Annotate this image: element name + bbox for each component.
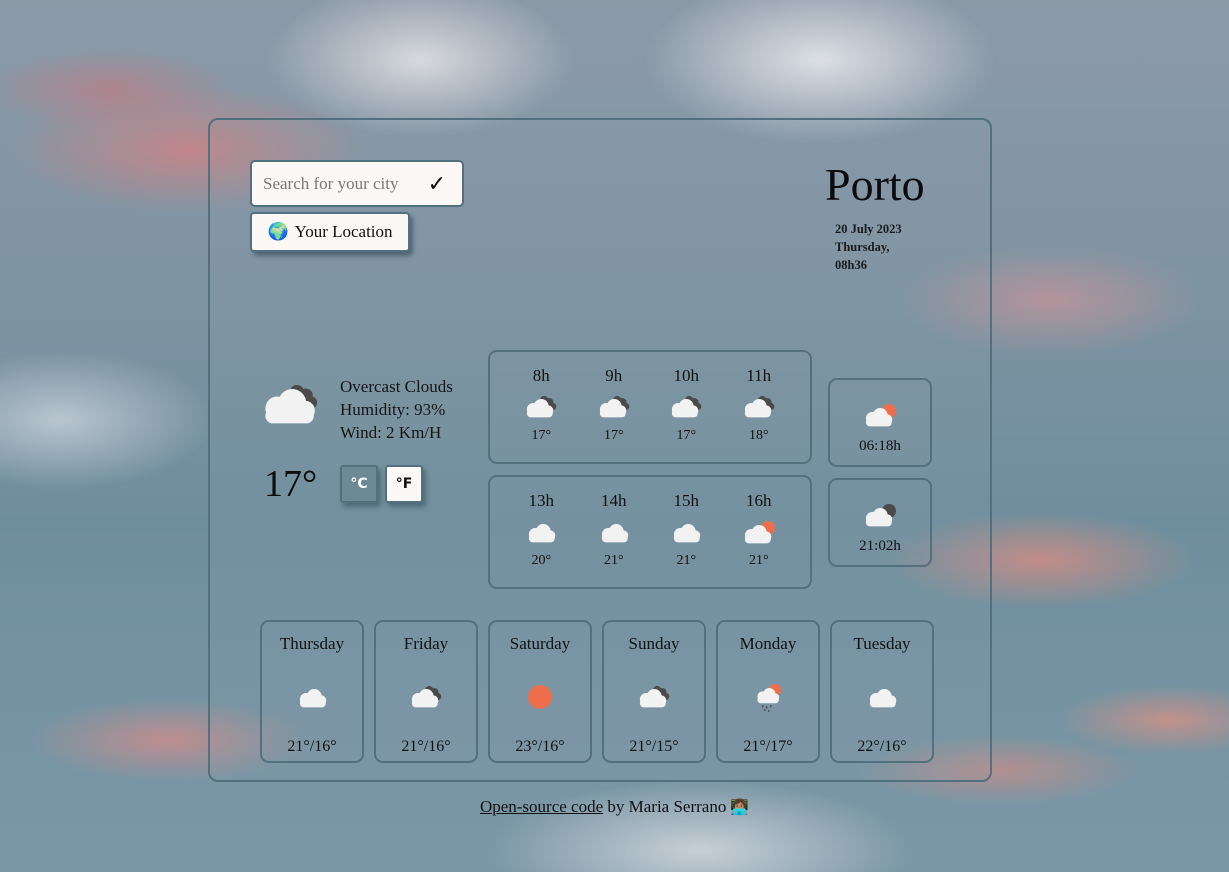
cloud-icon <box>529 524 556 543</box>
hour-label: 9h <box>605 366 623 385</box>
check-icon[interactable]: ✓ <box>428 171 446 197</box>
hour-label: 13h <box>528 491 555 510</box>
hour-label: 14h <box>601 491 627 510</box>
hour-temperature: 21° <box>676 553 697 568</box>
rain-sun-icon <box>757 684 781 712</box>
sunrise-time: 06:18h <box>859 438 901 454</box>
hour-label: 11h <box>746 366 772 385</box>
time-text: 08h36 <box>835 258 867 272</box>
sun-icon <box>528 685 552 709</box>
sunset-time: 21:02h <box>859 538 901 554</box>
hour-label: 8h <box>532 366 550 385</box>
day-temperature-range: 21°/16° <box>401 738 451 755</box>
day-name: Thursday <box>279 634 345 653</box>
day-temperature-range: 23°/16° <box>515 738 565 755</box>
globe-icon: 🌍 <box>267 222 289 242</box>
sunset-icon <box>865 504 896 527</box>
hourly-forecast-afternoon: 13h 20° 14h 21° 15h 21° 16h 21° <box>488 475 812 589</box>
weekday-text: Thursday, <box>835 240 890 254</box>
author-text: by Maria Serrano <box>603 797 727 816</box>
city-name: Porto <box>825 159 925 210</box>
sunset-box: 21:02h <box>828 478 932 567</box>
daily-forecast-card: Monday 21°/17° <box>716 620 820 763</box>
overcast-clouds-icon <box>744 396 775 418</box>
hourly-item: 11h 18° <box>729 352 789 462</box>
fahrenheit-button[interactable]: °F <box>385 465 423 503</box>
day-temperature-range: 21°/16° <box>287 738 337 755</box>
technologist-emoji-icon: 👩🏽‍💻 <box>730 798 750 816</box>
hourly-item: 9h 17° <box>584 352 644 462</box>
hour-temperature: 17° <box>603 428 624 443</box>
overcast-clouds-icon <box>265 385 318 424</box>
cloud-icon <box>601 524 629 543</box>
hour-temperature: 18° <box>748 428 769 443</box>
overcast-clouds-icon <box>599 396 630 418</box>
hourly-item: 8h 17° <box>511 352 571 462</box>
day-temperature-range: 21°/17° <box>743 738 793 755</box>
day-name: Friday <box>403 634 449 653</box>
hour-label: 15h <box>673 491 700 510</box>
hourly-item: 16h 21° <box>729 477 789 587</box>
hour-temperature: 17° <box>676 428 697 443</box>
current-conditions: Overcast Clouds Humidity: 93% Wind: 2 Km… <box>340 375 453 444</box>
overcast-clouds-icon <box>411 686 442 708</box>
daily-forecast-card: Saturday 23°/16° <box>488 620 592 763</box>
cloud-icon <box>674 524 701 543</box>
cloud-icon <box>869 689 897 708</box>
hour-temperature: 21° <box>748 553 769 568</box>
daily-forecast-card: Sunday 21°/15° <box>602 620 706 763</box>
your-location-label: Your Location <box>294 222 393 241</box>
hour-label: 16h <box>746 491 772 510</box>
partly-sunny-icon <box>744 521 775 544</box>
hourly-forecast-morning: 8h 17° 9h 17° 10h 17° 11h 18° <box>488 350 812 464</box>
hourly-item: 14h 21° <box>584 477 644 587</box>
sunrise-icon <box>865 404 896 427</box>
overcast-clouds-icon <box>672 396 702 418</box>
day-name: Saturday <box>509 634 571 653</box>
hour-temperature: 21° <box>603 553 624 568</box>
day-name: Monday <box>739 634 797 653</box>
daily-forecast-card: Tuesday 22°/16° <box>830 620 934 763</box>
open-source-link[interactable]: Open-source code <box>480 797 603 816</box>
overcast-clouds-icon <box>527 396 557 418</box>
celsius-button[interactable]: °C <box>340 465 378 503</box>
day-temperature-range: 21°/15° <box>629 738 679 755</box>
hour-temperature: 20° <box>531 553 552 568</box>
daily-forecast-card: Thursday 21°/16° <box>260 620 364 763</box>
day-name: Sunday <box>628 634 680 653</box>
your-location-button[interactable]: 🌍 Your Location <box>250 212 410 252</box>
day-name: Tuesday <box>853 634 911 653</box>
daily-forecast-card: Friday 21°/16° <box>374 620 478 763</box>
footer: Open-source code by Maria Serrano 👩🏽‍💻 <box>0 797 1229 817</box>
search-form: ✓ <box>250 160 464 207</box>
hourly-item: 15h 21° <box>656 477 716 587</box>
city-search-input[interactable] <box>263 173 423 194</box>
condition-description: Overcast Clouds <box>340 377 453 396</box>
day-temperature-range: 22°/16° <box>857 738 907 755</box>
date-text: 20 July 2023 <box>835 222 902 236</box>
hour-temperature: 17° <box>531 428 552 443</box>
humidity-text: Humidity: 93% <box>340 400 446 419</box>
current-temperature: 17° <box>264 463 318 505</box>
hour-label: 10h <box>673 366 700 385</box>
date-time: 20 July 2023 Thursday, 08h36 <box>835 220 902 274</box>
hourly-item: 13h 20° <box>511 477 571 587</box>
cloud-icon <box>299 689 327 708</box>
hourly-item: 10h 17° <box>656 352 716 462</box>
overcast-clouds-icon <box>639 686 670 708</box>
wind-text: Wind: 2 Km/H <box>340 423 442 442</box>
sunrise-box: 06:18h <box>828 378 932 467</box>
